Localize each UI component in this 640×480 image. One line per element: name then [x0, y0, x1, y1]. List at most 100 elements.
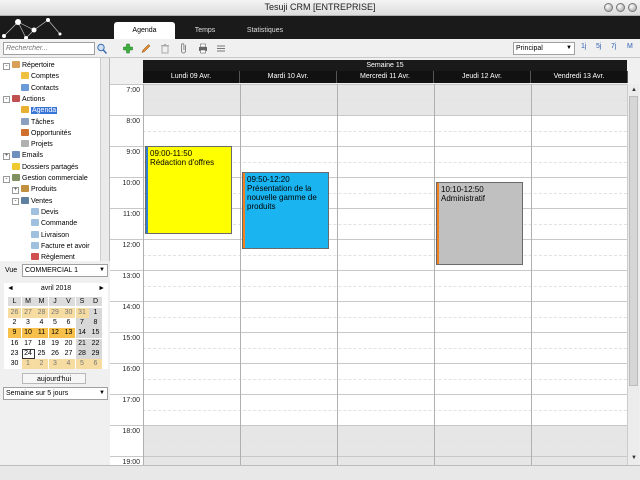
day-header[interactable]: Vendredi 13 Avr. — [531, 71, 628, 83]
close-button[interactable] — [628, 3, 637, 12]
tab-agenda[interactable]: Agenda — [114, 22, 175, 39]
day-header[interactable]: Jeudi 12 Avr. — [434, 71, 531, 83]
tab-statistiques[interactable]: Statistiques — [236, 22, 294, 39]
mini-calendar-day[interactable]: 14 — [75, 328, 89, 339]
mini-calendar-day[interactable]: 28 — [75, 348, 89, 359]
mini-calendar-day[interactable]: 8 — [89, 318, 102, 329]
mini-calendar-day[interactable]: 13 — [62, 328, 75, 339]
tree-item[interactable]: Répertoire — [12, 61, 55, 71]
mini-calendar-day[interactable]: 11 — [35, 328, 48, 339]
mini-calendar-day[interactable]: 27 — [21, 308, 35, 318]
mini-calendar-day[interactable]: 21 — [75, 338, 89, 349]
view-5-days-button[interactable]: 5j — [596, 43, 601, 50]
scroll-up-icon[interactable]: ▲ — [629, 85, 639, 95]
mini-calendar-day[interactable]: 17 — [22, 339, 35, 349]
mini-calendar-day[interactable]: 29 — [89, 348, 102, 359]
day-header[interactable]: Mardi 10 Avr. — [240, 71, 337, 83]
vue-select[interactable]: COMMERCIAL 1 ▼ — [22, 264, 108, 277]
maximize-button[interactable] — [616, 3, 625, 12]
mini-calendar-day[interactable]: 1 — [21, 359, 35, 369]
today-button[interactable]: aujourd'hui — [22, 373, 86, 384]
mini-calendar-day[interactable]: 3 — [48, 359, 62, 369]
day-header[interactable]: Mercredi 11 Avr. — [337, 71, 434, 83]
mini-calendar-day[interactable]: 26 — [8, 308, 21, 318]
tree-item[interactable]: Commande — [31, 219, 77, 229]
mini-calendar-day[interactable]: 30 — [62, 308, 75, 318]
tree-expander[interactable]: + — [3, 152, 10, 160]
tree-item[interactable]: Agenda — [21, 106, 58, 116]
tree-item[interactable]: Tâches — [21, 117, 54, 128]
tree-expander[interactable]: + — [12, 186, 19, 194]
scroll-down-icon[interactable]: ▼ — [629, 453, 639, 463]
mini-calendar-day[interactable]: 24 — [21, 348, 35, 359]
delete-icon[interactable] — [159, 42, 171, 55]
mini-calendar-day[interactable]: 6 — [89, 359, 102, 369]
tree-expander[interactable]: - — [3, 96, 10, 104]
minimize-button[interactable] — [604, 3, 613, 12]
scrollbar-thumb[interactable] — [629, 96, 638, 386]
mini-calendar-day[interactable]: 26 — [49, 349, 62, 359]
mini-calendar-day[interactable]: 15 — [89, 328, 102, 339]
tree-item[interactable]: Projets — [21, 140, 53, 150]
view-month-button[interactable]: M — [627, 43, 633, 50]
calendar-event[interactable]: 09:50-12:20 Présentation de la nouvelle g… — [242, 171, 329, 250]
calendar-event[interactable]: 09:00-11:50 Rédaction d'offres — [145, 146, 232, 234]
view-7-days-button[interactable]: 7j — [611, 43, 616, 50]
tree-item[interactable]: Ventes — [21, 196, 52, 207]
tree-expander[interactable]: - — [12, 198, 19, 206]
view-1-day-button[interactable]: 1j — [581, 43, 586, 50]
mini-calendar-day[interactable]: 30 — [8, 359, 21, 369]
tab-temps[interactable]: Temps — [182, 22, 228, 39]
mini-calendar-day[interactable]: 16 — [8, 339, 21, 349]
tree-item[interactable]: Règlement — [31, 253, 75, 261]
mini-calendar-day[interactable]: 19 — [49, 339, 62, 349]
tree-item[interactable]: Comptes — [21, 72, 59, 82]
mini-calendar-day[interactable]: 5 — [75, 359, 89, 369]
tree-item[interactable]: Livraison — [31, 230, 69, 241]
print-icon[interactable] — [197, 42, 209, 55]
mini-calendar-day[interactable]: 4 — [35, 318, 48, 328]
mini-calendar-day[interactable]: 6 — [62, 318, 75, 328]
next-month-button[interactable]: ► — [98, 283, 105, 295]
mini-calendar-day[interactable]: 28 — [35, 308, 48, 318]
tree-item[interactable]: Produits — [21, 185, 57, 195]
tree-item[interactable]: Emails — [12, 151, 43, 161]
tree-expander[interactable]: - — [3, 62, 10, 70]
tree-item[interactable]: Devis — [31, 207, 59, 218]
mini-calendar-day[interactable]: 29 — [48, 308, 62, 318]
mini-calendar-day[interactable]: 1 — [89, 308, 102, 318]
mini-calendar-day[interactable]: 25 — [35, 349, 48, 359]
mini-calendar-day[interactable]: 9 — [8, 328, 21, 339]
agenda-grid[interactable]: 7:00 8:00 9:00 10:00 11:00 12:00 13:00 14:00 15:… — [110, 84, 627, 465]
menu-icon[interactable] — [215, 42, 227, 55]
prev-month-button[interactable]: ◄ — [7, 283, 14, 295]
mini-calendar-day[interactable]: 5 — [49, 318, 62, 328]
tree-item[interactable]: Gestion commerciale — [12, 174, 88, 184]
mini-calendar-day[interactable]: 2 — [8, 318, 21, 328]
mini-calendar-day[interactable]: 22 — [89, 338, 102, 349]
mini-calendar-day[interactable]: 31 — [75, 308, 89, 318]
mini-calendar-day[interactable]: 4 — [62, 359, 75, 369]
day-header[interactable]: Lundi 09 Avr. — [143, 71, 240, 83]
mini-calendar-day[interactable]: 23 — [8, 349, 21, 359]
calendar-select[interactable]: Principal ▼ — [513, 42, 575, 55]
mini-calendar-day[interactable]: 18 — [35, 339, 48, 349]
mini-calendar-day[interactable]: 10 — [21, 328, 35, 339]
view-mode-select[interactable]: Semaine sur 5 jours ▼ — [3, 387, 108, 400]
tree-item[interactable]: Facture et avoir — [31, 241, 90, 252]
mini-calendar-day[interactable]: 20 — [62, 339, 75, 349]
mini-calendar-day[interactable]: 12 — [48, 328, 62, 339]
agenda-scrollbar[interactable]: ▲ ▼ — [627, 84, 639, 465]
tree-expander[interactable]: - — [3, 175, 10, 183]
edit-icon[interactable] — [140, 42, 152, 55]
tree-scrollbar[interactable] — [100, 58, 109, 261]
search-icon[interactable] — [96, 42, 108, 55]
tree-item[interactable]: Opportunités — [21, 128, 71, 139]
attachment-icon[interactable] — [178, 42, 190, 55]
mini-calendar-day[interactable]: 2 — [35, 359, 48, 369]
tree-item[interactable]: Dossiers partagés — [12, 162, 78, 173]
mini-calendar-day[interactable]: 27 — [62, 349, 75, 359]
calendar-event[interactable]: 10:10-12:50 Administratif — [436, 182, 523, 265]
search-input[interactable] — [3, 42, 95, 55]
mini-calendar-day[interactable]: 3 — [22, 318, 35, 328]
